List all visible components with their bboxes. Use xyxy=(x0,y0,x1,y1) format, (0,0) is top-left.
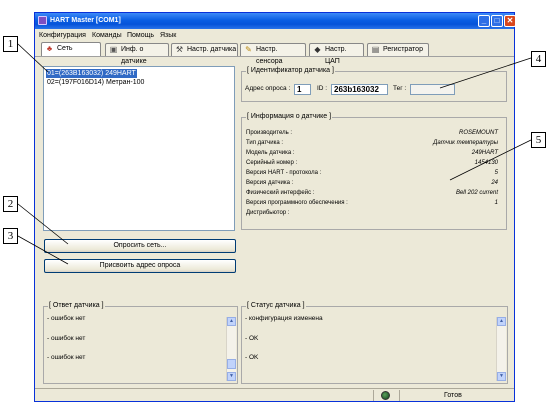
identifier-group-title: [ Идентификатор датчика ] xyxy=(246,67,335,74)
minimize-button[interactable]: _ xyxy=(478,15,490,27)
sensor-status-title: [ Статус датчика ] xyxy=(246,302,306,309)
status-bar: Готов xyxy=(35,388,514,402)
recorder-icon: ▤ xyxy=(371,45,380,54)
info-row: Производитель : ROSEMOUNT xyxy=(246,130,500,138)
identifier-group: [ Идентификатор датчика ] Адрес опроса :… xyxy=(241,67,507,102)
scroll-down-icon[interactable]: ▼ xyxy=(227,372,236,381)
info-value: 1 xyxy=(494,200,498,206)
app-window: HART Master [COM1] _ □ ✕ Конфигурация Ко… xyxy=(34,12,516,402)
info-row: Физический интерфейс : Bell 202 current xyxy=(246,190,500,198)
info-label: Производитель : xyxy=(246,130,293,136)
info-row: Модель датчика : 249HART xyxy=(246,150,500,158)
info-row: Серийный номер : 1454130 xyxy=(246,160,500,168)
info-label: Серийный номер : xyxy=(246,160,298,166)
status-scrollbar[interactable]: ▲ ▼ xyxy=(496,317,506,381)
menu-language[interactable]: Язык xyxy=(160,32,176,39)
callout-4: 4 xyxy=(531,51,546,67)
info-label: Версия HART - протокола : xyxy=(246,170,322,176)
tab-label: Сеть xyxy=(57,45,73,52)
info-row: Тип датчика : Датчик температуры xyxy=(246,140,500,148)
network-icon: ♣ xyxy=(46,44,53,53)
info-label: Тип датчика : xyxy=(246,140,284,146)
menu-bar: Конфигурация Команды Помощь Язык xyxy=(35,30,514,41)
info-row: Версия программного обеспечения : 1 xyxy=(246,200,500,208)
sensor-response-title: [ Ответ датчика ] xyxy=(48,302,105,309)
sensor-info-group: [ Информация о датчике ] Производитель :… xyxy=(241,113,507,230)
sensor-settings-icon: ⚒ xyxy=(175,45,184,54)
callout-3: 3 xyxy=(3,228,18,244)
poll-address-field[interactable]: 1 xyxy=(294,84,311,95)
window-title: HART Master [COM1] xyxy=(50,17,121,24)
status-text: Готов xyxy=(444,392,462,399)
tag-field[interactable] xyxy=(410,84,455,95)
sensor-response-panel: [ Ответ датчика ] - ошибок нет - ошибок … xyxy=(43,302,238,384)
tab-label: Регистратор xyxy=(383,46,423,53)
info-value: Bell 202 current xyxy=(455,190,498,196)
device-list[interactable]: 01=(263B163032) 249HART 02=(197F016D14) … xyxy=(43,66,235,231)
device-list-item[interactable]: 02=(197F016D14) Метран-100 xyxy=(46,78,145,87)
tab-dac-settings[interactable]: ◆ Настр. ЦАП xyxy=(309,43,364,65)
info-label: Физический интерфейс : xyxy=(246,190,315,196)
scroll-down-icon[interactable]: ▼ xyxy=(497,372,506,381)
tab-strip: ♣ Сеть ▣ Инф. о датчике ⚒ Настр. датчика… xyxy=(35,42,514,65)
status-divider xyxy=(373,390,374,401)
poll-address-label: Адрес опроса : xyxy=(245,85,291,92)
menu-commands[interactable]: Команды xyxy=(92,32,122,39)
scroll-up-icon[interactable]: ▲ xyxy=(497,317,506,326)
scroll-thumb[interactable] xyxy=(227,359,236,369)
id-label: ID : xyxy=(317,85,328,92)
connection-status-icon xyxy=(381,391,390,400)
sensor-status-panel: [ Статус датчика ] - конфигурация измене… xyxy=(241,302,508,384)
menu-configuration[interactable]: Конфигурация xyxy=(39,32,86,39)
response-scrollbar[interactable]: ▲ ▼ xyxy=(226,317,236,381)
tab-sensor-info[interactable]: ▣ Инф. о датчике xyxy=(105,43,169,65)
tab-network[interactable]: ♣ Сеть xyxy=(41,42,101,57)
id-field[interactable]: 263b163032 xyxy=(331,84,388,95)
status-line: - OK xyxy=(245,354,259,361)
info-row: Дистрибьютор : xyxy=(246,210,500,218)
poll-network-button[interactable]: Опросить сеть... xyxy=(44,239,236,253)
sensor-calibrate-icon: ✎ xyxy=(245,45,252,54)
maximize-button[interactable]: □ xyxy=(491,15,503,27)
tab-recorder[interactable]: ▤ Регистратор xyxy=(367,43,429,56)
app-icon xyxy=(38,16,47,25)
info-label: Модель датчика : xyxy=(246,150,295,156)
callout-2: 2 xyxy=(3,196,18,212)
status-line: - конфигурация изменена xyxy=(245,315,323,322)
sensor-info-group-title: [ Информация о датчике ] xyxy=(246,113,333,120)
info-value: Датчик температуры xyxy=(433,140,498,146)
info-row: Версия датчика : 24 xyxy=(246,180,500,188)
tab-sensor-settings[interactable]: ⚒ Настр. датчика xyxy=(171,43,238,56)
close-button[interactable]: ✕ xyxy=(504,15,516,27)
tab-sensor-calibrate[interactable]: ✎ Настр. сенсора xyxy=(240,43,306,65)
info-label: Дистрибьютор : xyxy=(246,210,290,216)
device-list-item[interactable]: 01=(263B163032) 249HART xyxy=(46,69,137,78)
info-row: Версия HART - протокола : 5 xyxy=(246,170,500,178)
info-label: Версия датчика : xyxy=(246,180,294,186)
response-line: - ошибок нет xyxy=(47,354,86,361)
tab-divider xyxy=(35,56,514,57)
info-value: ROSEMOUNT xyxy=(459,130,498,136)
info-value: 1454130 xyxy=(474,160,498,166)
info-value: 5 xyxy=(494,170,498,176)
response-line: - ошибок нет xyxy=(47,315,86,322)
scroll-up-icon[interactable]: ▲ xyxy=(227,317,236,326)
tab-label: Настр. датчика xyxy=(187,46,237,53)
sensor-info-icon: ▣ xyxy=(109,45,118,54)
response-line: - ошибок нет xyxy=(47,335,86,342)
status-divider xyxy=(399,390,400,401)
info-value: 249HART xyxy=(471,150,498,156)
title-bar[interactable]: HART Master [COM1] _ □ ✕ xyxy=(35,13,516,29)
info-value: 24 xyxy=(491,180,498,186)
menu-help[interactable]: Помощь xyxy=(127,32,154,39)
info-label: Версия программного обеспечения : xyxy=(246,200,348,206)
assign-address-button[interactable]: Присвоить адрес опроса xyxy=(44,259,236,273)
tag-label: Тег : xyxy=(393,85,407,92)
dac-icon: ◆ xyxy=(314,45,321,54)
callout-1: 1 xyxy=(3,36,18,52)
callout-5: 5 xyxy=(531,132,546,148)
status-line: - OK xyxy=(245,335,259,342)
